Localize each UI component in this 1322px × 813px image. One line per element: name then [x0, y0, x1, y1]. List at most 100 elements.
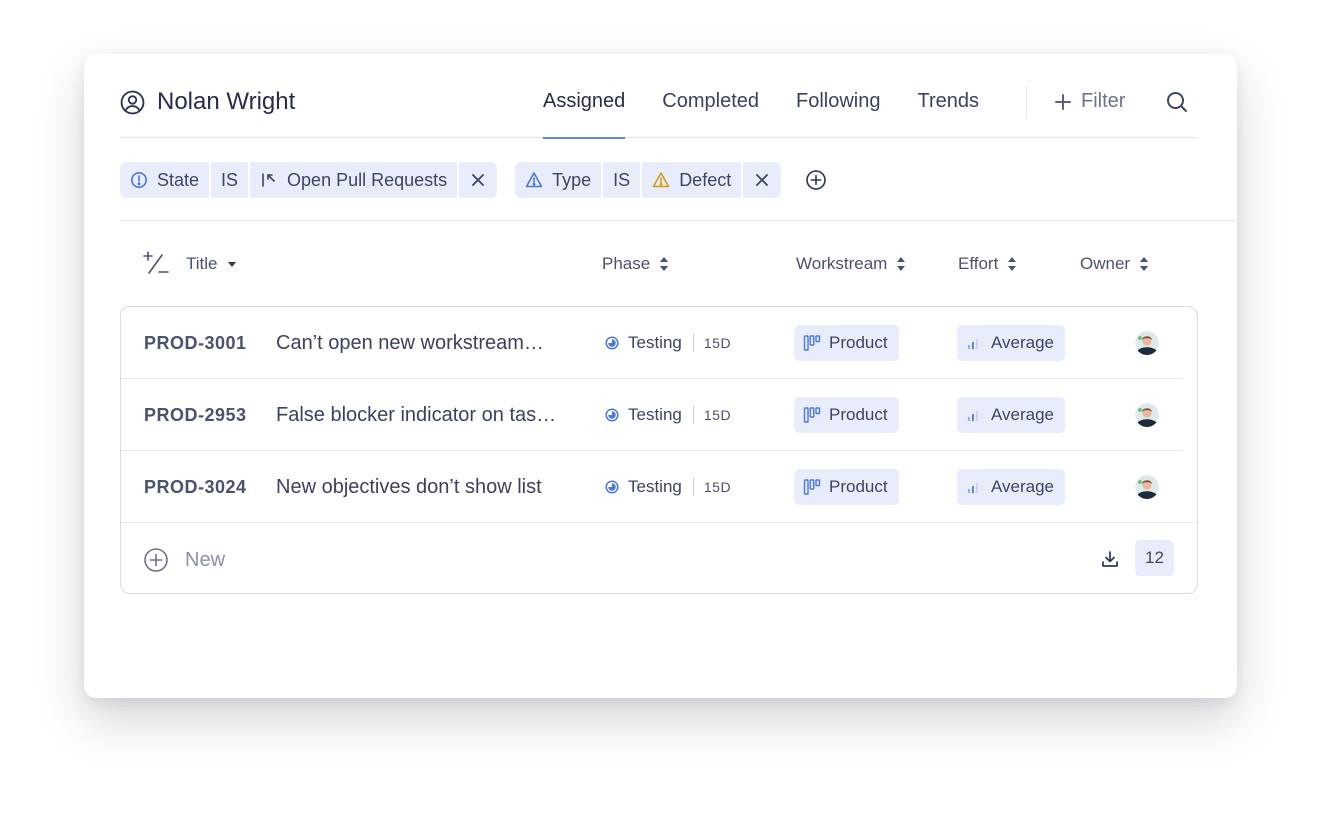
info-circle-icon [131, 172, 147, 188]
item-id[interactable]: PROD-3001 [144, 307, 247, 379]
filter-operator-label: IS [221, 169, 239, 190]
avatar[interactable] [1135, 475, 1159, 499]
item-title[interactable]: False blocker indicator on tas… [276, 379, 556, 451]
phase-cell[interactable]: Testing 15D [605, 379, 731, 451]
remove-filter-button[interactable] [743, 162, 781, 198]
signal-bars-icon [968, 339, 978, 349]
table-footer: New 12 [121, 523, 1197, 593]
owner-cell[interactable] [1135, 379, 1159, 451]
effort-pill[interactable]: Average [957, 469, 1066, 505]
workstream-cell[interactable]: Product [794, 307, 899, 379]
item-title[interactable]: New objectives don’t show list [276, 451, 542, 523]
phase-label: Testing [628, 333, 682, 352]
user-name: Nolan Wright [157, 88, 296, 115]
phase-progress-icon [605, 480, 619, 494]
column-owner[interactable]: Owner [1080, 244, 1149, 284]
phase-cell[interactable]: Testing 15D [605, 451, 731, 523]
owner-cell[interactable] [1135, 451, 1159, 523]
add-filter-circle-icon[interactable] [805, 169, 827, 191]
avatar[interactable] [1135, 403, 1159, 427]
filter-field[interactable]: State [120, 162, 212, 198]
workstream-label: Product [829, 477, 888, 496]
add-remove-column-icon[interactable] [142, 250, 170, 278]
workstream-label: Product [829, 333, 888, 352]
workstream-pill[interactable]: Product [794, 397, 899, 433]
tab-assigned[interactable]: Assigned [543, 54, 626, 139]
filter-field-label: State [157, 169, 200, 190]
workstream-cell[interactable]: Product [794, 379, 899, 451]
add-filter-button[interactable]: Filter [1054, 90, 1125, 113]
phase-days: 15D [703, 479, 732, 495]
pull-request-icon [262, 173, 275, 187]
filter-value-label: Open Pull Requests [287, 169, 448, 190]
filter-label: Filter [1081, 90, 1126, 112]
phase-label: Testing [628, 405, 682, 424]
workstream-pill[interactable]: Product [794, 325, 899, 361]
search-icon[interactable] [1166, 91, 1188, 113]
kanban-columns-icon [803, 479, 821, 495]
filter-chip-type[interactable]: Type IS Defect [515, 162, 782, 198]
workstream-pill[interactable]: Product [794, 469, 899, 505]
download-icon[interactable] [1101, 550, 1119, 568]
column-owner-label: Owner [1080, 254, 1131, 273]
plus-circle-icon [144, 548, 168, 572]
effort-label: Average [991, 333, 1055, 352]
remove-filter-button[interactable] [459, 162, 497, 198]
sort-icon [1008, 257, 1017, 271]
warning-triangle-icon [525, 172, 543, 188]
phase-label: Testing [628, 477, 682, 496]
sort-icon [1140, 257, 1149, 271]
effort-cell[interactable]: Average [957, 307, 1066, 379]
plus-icon [1055, 93, 1071, 110]
new-item-button[interactable]: New [143, 547, 225, 573]
items-table: PROD-3001 Can’t open new workstream… Tes… [120, 306, 1198, 594]
item-title[interactable]: Can’t open new workstream… [276, 307, 544, 379]
close-icon [756, 174, 769, 186]
tab-completed[interactable]: Completed [662, 54, 759, 138]
effort-cell[interactable]: Average [957, 451, 1066, 523]
filter-chip-state[interactable]: State IS Open Pull Requests [120, 162, 498, 198]
column-phase[interactable]: Phase [602, 244, 669, 284]
phase-cell[interactable]: Testing 15D [605, 307, 731, 379]
tab-trends[interactable]: Trends [917, 54, 979, 138]
section-divider [120, 220, 1237, 221]
avatar[interactable] [1135, 331, 1159, 355]
kanban-columns-icon [803, 335, 821, 351]
table-row[interactable]: PROD-2953 False blocker indicator on tas… [121, 379, 1197, 451]
effort-cell[interactable]: Average [957, 379, 1066, 451]
effort-pill[interactable]: Average [957, 325, 1066, 361]
column-title-label: Title [186, 254, 218, 273]
sort-icon [897, 257, 906, 271]
filter-value[interactable]: Open Pull Requests [250, 162, 460, 198]
effort-pill[interactable]: Average [957, 397, 1066, 433]
filter-value[interactable]: Defect [642, 162, 744, 198]
workstream-cell[interactable]: Product [794, 451, 899, 523]
item-id[interactable]: PROD-2953 [144, 379, 247, 451]
phase-days: 15D [703, 335, 732, 351]
column-effort-label: Effort [958, 254, 999, 273]
column-phase-label: Phase [602, 254, 651, 273]
owner-cell[interactable] [1135, 307, 1159, 379]
tab-bar: Assigned Completed Following Trends [543, 54, 1016, 139]
column-title[interactable]: Title [186, 244, 237, 284]
column-workstream-label: Workstream [796, 254, 888, 273]
warning-triangle-icon [652, 172, 670, 188]
filter-operator[interactable]: IS [603, 162, 643, 198]
phase-divider [692, 406, 694, 424]
tab-following[interactable]: Following [796, 54, 880, 138]
table-row[interactable]: PROD-3001 Can’t open new workstream… Tes… [121, 307, 1197, 379]
item-count-badge: 12 [1135, 540, 1174, 576]
phase-progress-icon [605, 336, 619, 350]
column-workstream[interactable]: Workstream [796, 244, 906, 284]
filter-field[interactable]: Type [515, 162, 604, 198]
column-effort[interactable]: Effort [958, 244, 1017, 284]
phase-progress-icon [605, 408, 619, 422]
user-profile[interactable]: Nolan Wright [120, 88, 295, 116]
close-icon [472, 174, 485, 186]
header-divider [1026, 86, 1027, 118]
table-row[interactable]: PROD-3024 New objectives don’t show list… [121, 451, 1197, 523]
filter-operator[interactable]: IS [211, 162, 251, 198]
phase-divider [692, 478, 694, 496]
signal-bars-icon [968, 411, 978, 421]
item-id[interactable]: PROD-3024 [144, 451, 247, 523]
